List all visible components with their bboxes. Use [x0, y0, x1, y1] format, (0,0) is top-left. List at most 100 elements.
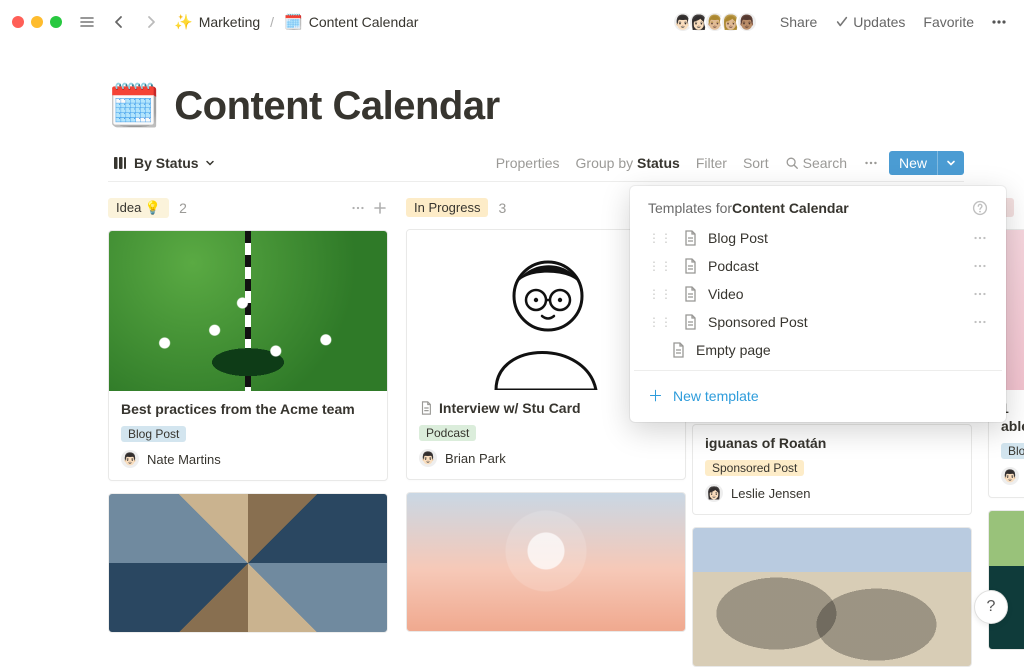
- card-tag: Sponsored Post: [705, 460, 804, 476]
- breadcrumb-label: Content Calendar: [309, 14, 419, 30]
- page-icon: [419, 401, 433, 415]
- filter-button[interactable]: Filter: [690, 151, 733, 175]
- template-item[interactable]: ⋮⋮ Podcast: [634, 252, 1002, 280]
- column-add-icon[interactable]: [372, 200, 388, 216]
- toolbar-more-icon[interactable]: [857, 151, 885, 175]
- column-tag[interactable]: In Progress: [406, 198, 488, 217]
- board-column-partial: iguanas of Roatán Sponsored Post 👩🏻 Lesl…: [692, 424, 972, 667]
- page-icon: [682, 314, 698, 330]
- popover-title-name: Content Calendar: [732, 200, 849, 216]
- group-by-button[interactable]: Group by Status: [570, 151, 686, 175]
- board-card[interactable]: iguanas of Roatán Sponsored Post 👩🏻 Lesl…: [692, 424, 972, 515]
- group-by-value: Status: [637, 155, 680, 171]
- breadcrumb-label: Marketing: [199, 14, 260, 30]
- avatar: 👨🏻: [121, 450, 139, 468]
- drag-handle-icon[interactable]: ⋮⋮: [648, 259, 672, 273]
- column-more-icon[interactable]: [350, 200, 366, 216]
- page-icon: [682, 230, 698, 246]
- new-button-main[interactable]: New: [889, 151, 938, 175]
- illustration: [456, 230, 636, 390]
- search-button[interactable]: Search: [779, 151, 853, 175]
- help-bubble[interactable]: ?: [974, 590, 1008, 624]
- page-title[interactable]: Content Calendar: [174, 84, 499, 129]
- search-icon: [785, 156, 799, 170]
- calendar-icon: 🗓️: [284, 13, 303, 31]
- board-card[interactable]: [988, 510, 1024, 650]
- collaborator-avatars[interactable]: 👨🏻 👩🏻 👨🏼 👩🏼 👨🏽: [672, 11, 758, 33]
- page-icon: [670, 342, 686, 358]
- hamburger-menu-icon[interactable]: [74, 9, 100, 35]
- column-count: 2: [179, 200, 187, 216]
- traffic-lights: [12, 16, 62, 28]
- drag-handle-icon[interactable]: ⋮⋮: [648, 315, 672, 329]
- breadcrumb: ✨ Marketing / 🗓️ Content Calendar: [170, 11, 422, 33]
- new-template-button[interactable]: ＋ New template: [634, 377, 1002, 414]
- avatar[interactable]: 👨🏽: [736, 11, 758, 33]
- nav-back-icon[interactable]: [106, 9, 132, 35]
- column-tag[interactable]: Idea 💡: [108, 198, 169, 218]
- template-item-label: Blog Post: [708, 230, 768, 246]
- chevron-down-icon: [946, 158, 956, 168]
- item-more-icon[interactable]: [972, 230, 988, 246]
- page-icon: [682, 258, 698, 274]
- drag-handle-icon[interactable]: ⋮⋮: [648, 287, 672, 301]
- page-emoji[interactable]: 🗓️: [108, 82, 160, 131]
- updates-button[interactable]: Updates: [829, 10, 911, 34]
- minimize-window[interactable]: [31, 16, 43, 28]
- template-item[interactable]: ⋮⋮ Video: [634, 280, 1002, 308]
- item-more-icon[interactable]: [972, 286, 988, 302]
- card-author: Brian Park: [445, 451, 506, 466]
- item-more-icon[interactable]: [972, 258, 988, 274]
- card-author: Leslie Jensen: [731, 486, 811, 501]
- board-card[interactable]: [108, 493, 388, 633]
- view-switcher[interactable]: By Status: [108, 153, 219, 173]
- board-column-idea: Idea 💡 2 Best practices from the Acme te…: [108, 198, 388, 633]
- template-item-label: Sponsored Post: [708, 314, 808, 330]
- popover-title-prefix: Templates for: [648, 200, 732, 216]
- template-item-label: Empty page: [696, 342, 771, 358]
- new-button: New: [889, 151, 964, 175]
- item-more-icon[interactable]: [972, 314, 988, 330]
- avatar: 👩🏻: [705, 484, 723, 502]
- card-tag: Blog: [1001, 443, 1024, 459]
- avatar: 👨🏻: [1001, 467, 1019, 485]
- database-toolbar: By Status Properties Group by Status Fil…: [108, 151, 964, 182]
- breadcrumb-separator: /: [270, 14, 274, 30]
- favorite-button[interactable]: Favorite: [917, 10, 980, 34]
- card-author: Nate Martins: [147, 452, 221, 467]
- properties-button[interactable]: Properties: [490, 151, 566, 175]
- board-card[interactable]: Best practices from the Acme team Blog P…: [108, 230, 388, 481]
- breadcrumb-seg-marketing[interactable]: ✨ Marketing: [170, 11, 264, 33]
- breadcrumb-seg-content-calendar[interactable]: 🗓️ Content Calendar: [280, 11, 422, 33]
- close-window[interactable]: [12, 16, 24, 28]
- card-title: Best practices from the Acme team: [121, 401, 355, 417]
- template-item[interactable]: ⋮⋮ Blog Post: [634, 224, 1002, 252]
- board-card[interactable]: [406, 492, 686, 632]
- card-title: iguanas of Roatán: [705, 435, 826, 451]
- board-card[interactable]: [692, 527, 972, 667]
- nav-forward-icon[interactable]: [138, 9, 164, 35]
- search-label: Search: [803, 155, 847, 171]
- share-button[interactable]: Share: [774, 10, 823, 34]
- template-item-label: Video: [708, 286, 744, 302]
- window-topbar: ✨ Marketing / 🗓️ Content Calendar 👨🏻 👩🏻 …: [0, 0, 1024, 44]
- group-by-prefix: Group by: [576, 155, 637, 171]
- new-template-label: New template: [673, 388, 759, 404]
- template-item[interactable]: ⋮⋮ Sponsored Post: [634, 308, 1002, 336]
- template-item[interactable]: Empty page: [634, 336, 1002, 364]
- board-view-icon: [112, 155, 128, 171]
- new-button-dropdown[interactable]: [938, 154, 964, 172]
- more-icon[interactable]: [986, 9, 1012, 35]
- card-tag: Podcast: [419, 425, 476, 441]
- drag-handle-icon[interactable]: ⋮⋮: [648, 231, 672, 245]
- divider: [634, 370, 1002, 371]
- template-item-label: Podcast: [708, 258, 759, 274]
- column-count: 3: [498, 200, 506, 216]
- help-icon[interactable]: [972, 200, 988, 216]
- sparkles-icon: ✨: [174, 13, 193, 31]
- maximize-window[interactable]: [50, 16, 62, 28]
- page-icon: [682, 286, 698, 302]
- updates-label: Updates: [853, 14, 905, 30]
- sort-button[interactable]: Sort: [737, 151, 775, 175]
- view-name: By Status: [134, 155, 199, 171]
